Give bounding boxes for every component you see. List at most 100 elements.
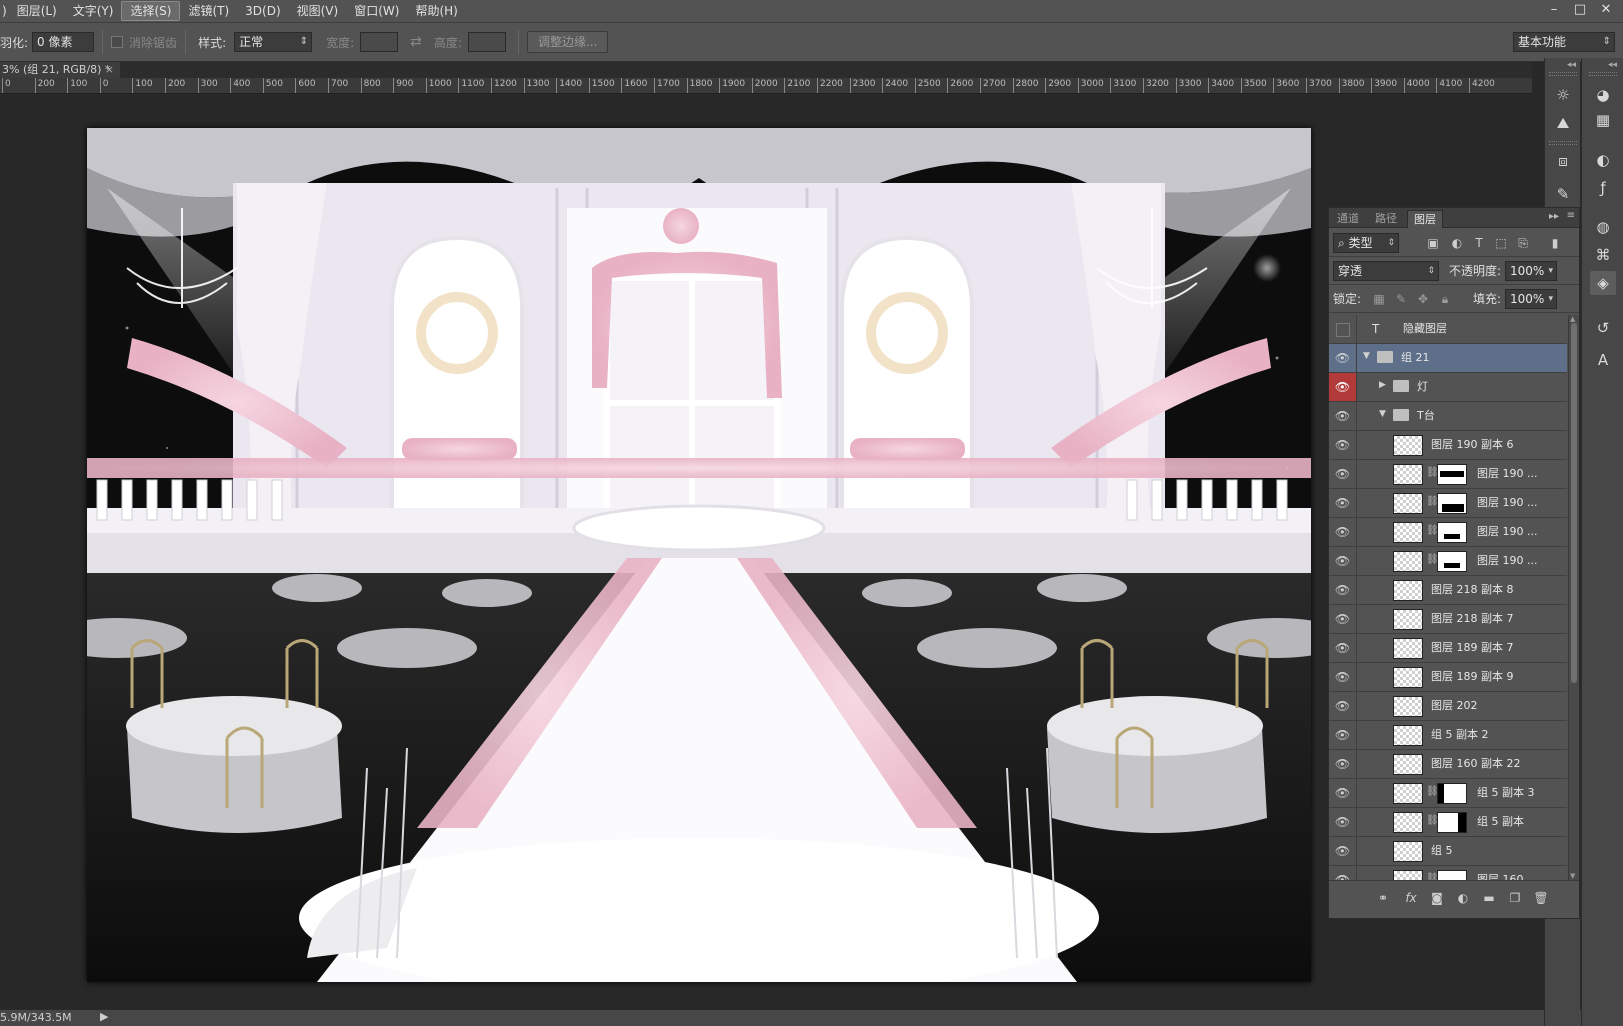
expand-triangle-open-icon[interactable]: ▼ — [1379, 409, 1389, 419]
filter-smart-object-icon[interactable]: ⎘ — [1515, 235, 1531, 251]
refine-edge-button[interactable]: 调整边缘... — [526, 31, 609, 53]
link-icon[interactable]: ⚭ — [1373, 889, 1393, 907]
layer-mask-thumbnail[interactable] — [1437, 870, 1467, 880]
trash-icon[interactable]: 🗑︎ — [1531, 889, 1551, 907]
layer-row[interactable]: 👁︎ ⛓ 图层 190 ... — [1329, 460, 1567, 489]
visibility-eye-icon[interactable]: 👁︎ — [1329, 576, 1357, 604]
mask-icon[interactable]: ◙ — [1427, 889, 1447, 907]
close-button[interactable]: ✕ — [1593, 0, 1619, 20]
brush-settings-icon[interactable]: ✎ — [1550, 182, 1576, 206]
layer-row[interactable]: 👁︎ 图层 189 副本 9 — [1329, 663, 1567, 692]
style-select[interactable]: 正常 — [234, 32, 313, 52]
filter-type-icon[interactable]: T — [1471, 235, 1487, 251]
folder-icon[interactable]: ▬ — [1479, 889, 1499, 907]
lock-pixels-icon[interactable]: ✎ — [1393, 291, 1409, 307]
swap-icon[interactable]: ⇄ — [410, 34, 422, 50]
layer-list-scrollbar[interactable]: ▲ ▼ — [1568, 315, 1579, 880]
visibility-eye-icon[interactable]: 👁︎ — [1329, 750, 1357, 778]
visibility-eye-icon[interactable]: 👁︎ — [1329, 634, 1357, 662]
layer-mask-thumbnail[interactable] — [1437, 464, 1467, 485]
layer-mask-thumbnail[interactable] — [1437, 522, 1467, 543]
cube-icon[interactable]: ⧈ — [1550, 149, 1576, 173]
mask-link-icon[interactable]: ⛓ — [1426, 873, 1439, 880]
panel-collapse-icon[interactable]: ▸▸ — [1549, 211, 1559, 222]
tab-paths[interactable]: 路径 — [1369, 210, 1403, 228]
visibility-eye-icon[interactable]: 👁︎ — [1329, 344, 1357, 372]
mask-link-icon[interactable]: ⛓ — [1426, 815, 1439, 826]
layer-mask-thumbnail[interactable] — [1437, 812, 1467, 833]
scroll-down-icon[interactable]: ▼ — [1570, 872, 1575, 880]
sun-icon[interactable]: ☼ — [1550, 83, 1576, 107]
document-tab[interactable]: 3% (组 21, RGB/8) * × — [0, 62, 120, 78]
minimize-button[interactable]: – — [1541, 0, 1567, 20]
visibility-eye-icon[interactable]: 👁︎ — [1329, 721, 1357, 749]
layer-mask-thumbnail[interactable] — [1437, 783, 1467, 804]
wedding-stage-artwork[interactable] — [87, 128, 1311, 982]
scroll-up-icon[interactable]: ▲ — [1570, 315, 1575, 323]
fill-input[interactable]: 100% ▾ — [1505, 289, 1557, 309]
visibility-eye-icon[interactable]: 👁︎ — [1329, 460, 1357, 488]
maximize-button[interactable]: □ — [1567, 0, 1593, 20]
collapse-dock-icon[interactable]: ◂◂ — [1567, 60, 1576, 70]
tab-layers[interactable]: 图层 — [1407, 210, 1443, 228]
visibility-eye-icon[interactable]: 👁︎ — [1329, 692, 1357, 720]
menu-type[interactable]: 文字(Y) — [65, 1, 122, 21]
visibility-eye-icon[interactable]: 👁︎ — [1329, 866, 1357, 880]
visibility-eye-icon[interactable]: 👁︎ — [1329, 402, 1357, 430]
layers-icon[interactable]: ◈ — [1590, 271, 1616, 295]
filter-shape-icon[interactable]: ⬚ — [1493, 235, 1509, 251]
visibility-eye-icon[interactable]: 👁︎ — [1329, 837, 1357, 865]
mask-link-icon[interactable]: ⛓ — [1426, 496, 1439, 507]
lock-position-icon[interactable]: ✥ — [1415, 291, 1431, 307]
expand-triangle-closed-icon[interactable]: ▶ — [1379, 380, 1389, 390]
visibility-eye-icon[interactable]: 👁︎ — [1329, 431, 1357, 459]
dock-grip[interactable] — [1549, 141, 1577, 145]
layer-group-row[interactable]: 👁︎ ▼ T台 — [1329, 402, 1567, 431]
dock-grip[interactable] — [1589, 72, 1617, 76]
layer-row[interactable]: 👁︎ ⛓ 组 5 副本 — [1329, 808, 1567, 837]
workspace-select[interactable]: 基本功能 — [1513, 32, 1615, 52]
filter-adjustment-icon[interactable]: ◐ — [1449, 235, 1465, 251]
visibility-eye-icon[interactable]: 👁︎ — [1329, 547, 1357, 575]
layer-row[interactable]: 👁︎ ⛓ 图层 160 ... — [1329, 866, 1567, 880]
layer-filter-select[interactable]: ⌕ 类型 ⇕ — [1333, 233, 1399, 253]
width-input[interactable] — [360, 32, 399, 52]
adjustment-icon[interactable]: ◐ — [1453, 889, 1473, 907]
layer-row[interactable]: 👁︎ 组 5 — [1329, 837, 1567, 866]
menu-help[interactable]: 帮助(H) — [407, 1, 465, 21]
styles-icon[interactable]: ƒ — [1590, 176, 1616, 200]
layer-row[interactable]: 👁︎ 图层 218 副本 7 — [1329, 605, 1567, 634]
mask-link-icon[interactable]: ⛓ — [1426, 554, 1439, 565]
layer-mask-thumbnail[interactable] — [1437, 551, 1467, 572]
collapse-dock-icon[interactable]: ◂◂ — [1608, 60, 1617, 70]
height-input[interactable] — [467, 32, 506, 52]
blend-mode-select[interactable]: 穿透 ⇕ — [1333, 261, 1439, 281]
character-icon[interactable]: A — [1590, 348, 1616, 372]
menu-window[interactable]: 窗口(W) — [346, 1, 407, 21]
fx-icon[interactable]: fx — [1401, 889, 1421, 907]
layer-row[interactable]: 👁︎ 图层 189 副本 7 — [1329, 634, 1567, 663]
menu-select[interactable]: 选择(S) — [121, 1, 181, 21]
opacity-input[interactable]: 100% ▾ — [1505, 261, 1557, 281]
dock-grip[interactable] — [1549, 72, 1577, 76]
history-icon[interactable]: ↺ — [1590, 316, 1616, 340]
layer-row[interactable]: 👁︎ ⛓ 图层 190 ... — [1329, 518, 1567, 547]
layer-row[interactable]: 👁︎ ⛓ 组 5 副本 3 — [1329, 779, 1567, 808]
visibility-eye-icon[interactable] — [1329, 315, 1357, 343]
layer-group-row[interactable]: 👁︎ ▶ 灯 — [1329, 373, 1567, 402]
visibility-eye-icon[interactable]: 👁︎ — [1329, 373, 1357, 401]
layer-group-row[interactable]: 👁︎ ▼ 组 21 — [1329, 344, 1567, 373]
layer-row[interactable]: 👁︎ 图层 202 — [1329, 692, 1567, 721]
mask-link-icon[interactable]: ⛓ — [1426, 786, 1439, 797]
menu-view[interactable]: 视图(V) — [289, 1, 347, 21]
visibility-eye-icon[interactable]: 👁︎ — [1329, 605, 1357, 633]
expand-triangle-open-icon[interactable]: ▼ — [1363, 351, 1373, 361]
lock-all-icon[interactable]: 🔒︎ — [1437, 291, 1453, 307]
mask-link-icon[interactable]: ⛓ — [1426, 525, 1439, 536]
layer-row[interactable]: 👁︎ 组 5 副本 2 — [1329, 721, 1567, 750]
menu-filter[interactable]: 滤镜(T) — [180, 1, 237, 21]
scroll-thumb[interactable] — [1571, 323, 1577, 683]
antialias-checkbox[interactable] — [111, 36, 124, 48]
tab-channels[interactable]: 通道 — [1331, 210, 1365, 228]
menu-layer[interactable]: 图层(L) — [9, 1, 65, 21]
